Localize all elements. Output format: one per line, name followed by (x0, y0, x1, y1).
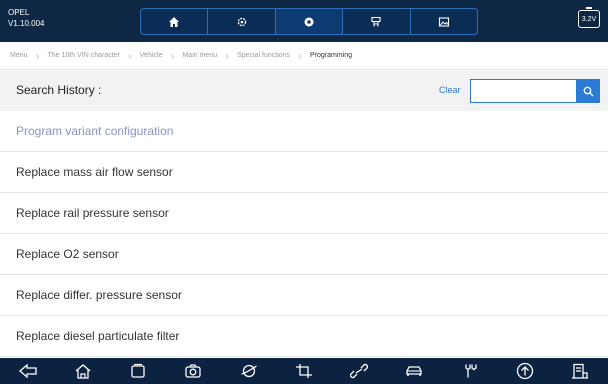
breadcrumb-label: The 10th VIN character (47, 52, 120, 59)
home-icon (75, 364, 91, 379)
car-icon (406, 366, 423, 376)
breadcrumb-label: Menu (10, 52, 28, 59)
chevron-right-icon: › (225, 48, 230, 63)
tools-icon (465, 364, 477, 378)
breadcrumb: Menu › The 10th VIN character › Vehicle › M… (0, 42, 608, 70)
camera-icon (185, 364, 202, 378)
breadcrumb-item-main-menu[interactable]: Main menu › (182, 50, 237, 62)
list-item[interactable]: Replace O2 sensor (0, 234, 608, 275)
list-item[interactable]: Replace differ. pressure sensor (0, 275, 608, 316)
list-item[interactable]: Program variant configuration (0, 111, 608, 152)
breadcrumb-item-programming: Programming (310, 52, 352, 59)
browser-button[interactable] (235, 360, 263, 382)
link-icon (350, 363, 369, 379)
tab-vci[interactable] (343, 9, 411, 34)
recent-apps-button[interactable] (124, 360, 152, 382)
recent-apps-icon (131, 363, 145, 378)
breadcrumb-item-menu[interactable]: Menu › (10, 50, 48, 62)
search-history-bar: Search History : Clear (0, 71, 608, 111)
breadcrumb-item-vehicle[interactable]: Vehicle › (140, 50, 183, 62)
system-nav-bar (0, 358, 608, 384)
breadcrumb-label: Special functions (237, 52, 291, 59)
tab-settings[interactable] (208, 9, 276, 34)
list-item[interactable]: Replace diesel particulate filter (0, 316, 608, 357)
home-button[interactable] (69, 360, 97, 382)
tab-record[interactable] (275, 9, 344, 34)
battery-voltage: 3.2V (581, 15, 597, 23)
browser-icon (241, 364, 257, 378)
breadcrumb-label: Vehicle (139, 52, 163, 59)
crop-icon (295, 364, 312, 378)
tab-home[interactable] (141, 9, 209, 34)
clear-button[interactable]: Clear (439, 85, 461, 95)
list-item[interactable]: Replace rail pressure sensor (0, 193, 608, 234)
search-button[interactable] (576, 79, 600, 103)
tab-screenshot[interactable] (411, 9, 477, 34)
chevron-right-icon: › (35, 48, 40, 63)
software-version: V1.10.004 (8, 19, 45, 28)
chevron-right-icon: › (170, 48, 175, 63)
upload-icon (516, 362, 534, 380)
list-item[interactable]: Replace mass air flow sensor (0, 152, 608, 193)
search-input[interactable] (470, 79, 576, 103)
record-icon (304, 17, 314, 26)
crop-button[interactable] (290, 360, 318, 382)
back-icon (18, 363, 37, 379)
function-list: Program variant configuration Replace ma… (0, 111, 608, 357)
link-button[interactable] (345, 360, 373, 382)
battery-terminal (586, 7, 592, 9)
tools-button[interactable] (456, 360, 484, 382)
screenshot-icon (438, 16, 449, 27)
toolbar-tabs (140, 8, 478, 35)
settings-icon (237, 17, 246, 26)
vci-icon (371, 16, 381, 26)
breadcrumb-item-special-functions[interactable]: Special functions › (237, 50, 310, 62)
breadcrumb-label: Main menu (182, 52, 218, 59)
back-button[interactable] (14, 360, 42, 382)
home-icon (169, 16, 180, 27)
vehicle-make: OPEL (8, 8, 30, 17)
search-history-label: Search History : (16, 83, 102, 97)
chevron-right-icon: › (127, 48, 132, 63)
upload-button[interactable] (511, 360, 539, 382)
vehicle-info: OPEL V1.10.004 (8, 7, 44, 29)
top-bar: OPEL V1.10.004 3.2V (0, 0, 608, 42)
report-icon (572, 363, 589, 379)
battery-indicator: 3.2V (578, 7, 600, 28)
camera-button[interactable] (179, 360, 207, 382)
search-icon (583, 86, 593, 96)
car-button[interactable] (400, 360, 428, 382)
breadcrumb-item-vin-char[interactable]: The 10th VIN character › (48, 50, 140, 62)
chevron-right-icon: › (298, 48, 303, 63)
breadcrumb-label: Programming (310, 52, 353, 59)
report-button[interactable] (566, 360, 594, 382)
